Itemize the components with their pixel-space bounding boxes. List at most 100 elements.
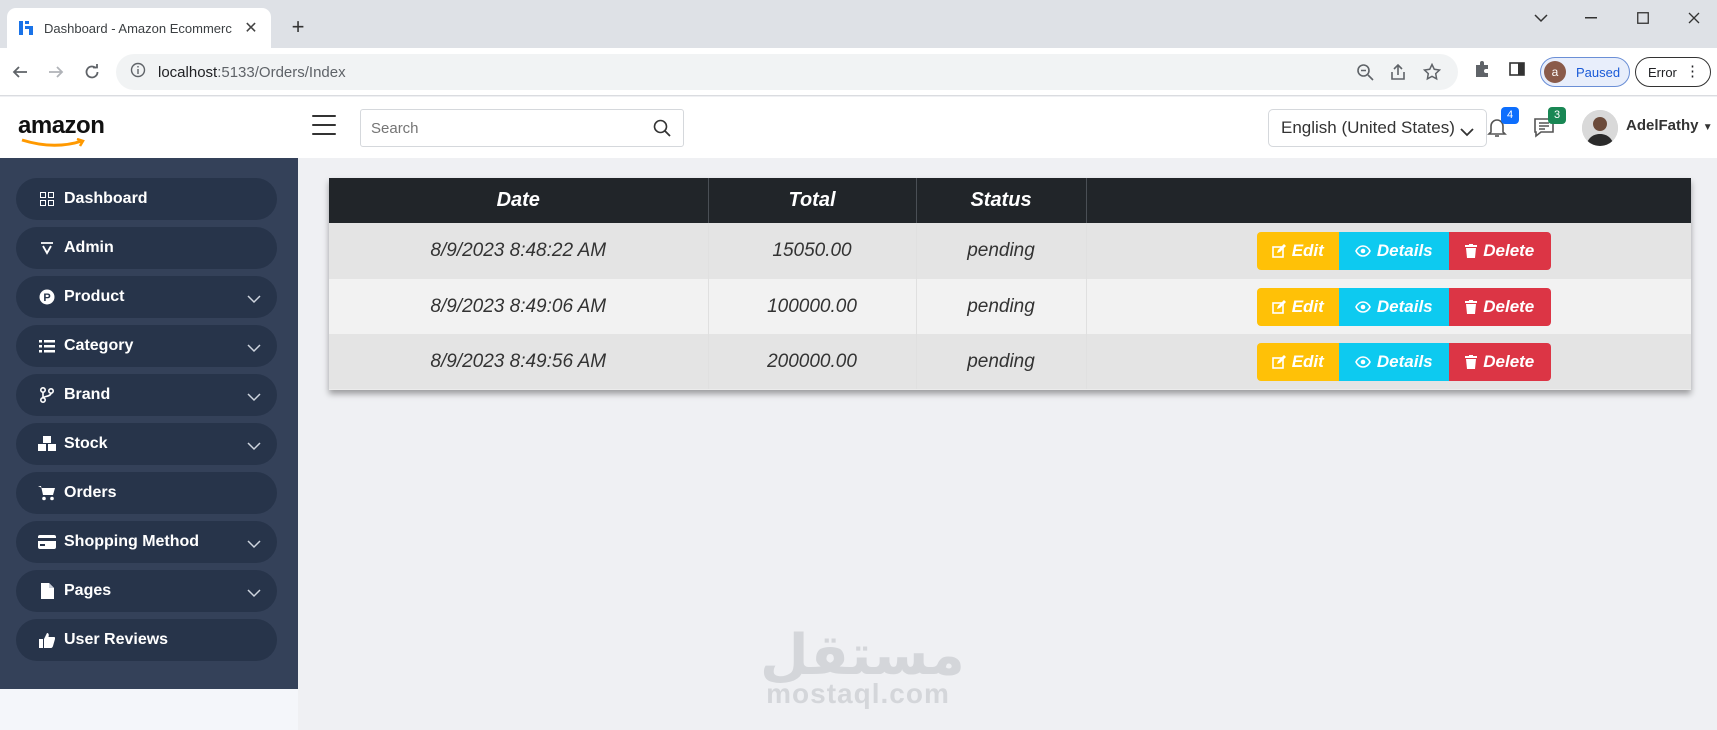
edit-icon bbox=[1271, 244, 1286, 258]
edit-button[interactable]: Edit bbox=[1256, 287, 1339, 326]
browser-tab[interactable]: Dashboard - Amazon Ecommerc ✕ bbox=[7, 8, 271, 48]
bookmark-star-icon[interactable] bbox=[1421, 62, 1443, 82]
maximize-button[interactable] bbox=[1620, 6, 1666, 30]
trash-icon bbox=[1465, 299, 1478, 314]
order-actions: Edit Details Delete bbox=[1086, 279, 1691, 334]
amazon-logo[interactable]: amazon bbox=[18, 112, 105, 147]
sidebar-item-label: Admin bbox=[64, 239, 114, 256]
browser-menu-icon[interactable]: ⋮ bbox=[1685, 63, 1700, 81]
zoom-icon[interactable] bbox=[1354, 62, 1376, 82]
details-button[interactable]: Details bbox=[1338, 287, 1449, 326]
order-actions: Edit Details Delete bbox=[1086, 334, 1691, 389]
column-header-date: Date bbox=[329, 178, 709, 223]
order-status: pending bbox=[916, 279, 1087, 334]
chevron-down-icon bbox=[247, 585, 261, 603]
details-label: Details bbox=[1376, 296, 1433, 316]
address-bar[interactable]: localhost:5133/Orders/Index bbox=[116, 54, 1458, 90]
sidebar-item-label: Stock bbox=[64, 435, 108, 452]
order-date: 8/9/2023 8:48:22 AM bbox=[329, 223, 709, 279]
order-total: 100000.00 bbox=[708, 279, 917, 334]
user-avatar[interactable] bbox=[1582, 110, 1618, 146]
side-panel-icon[interactable] bbox=[1505, 57, 1529, 81]
edit-icon bbox=[1271, 299, 1286, 314]
sidebar-item-category[interactable]: Category bbox=[16, 325, 277, 367]
sidebar-item-orders[interactable]: Orders bbox=[16, 472, 277, 514]
delete-label: Delete bbox=[1483, 241, 1535, 260]
new-tab-button[interactable]: + bbox=[284, 14, 312, 42]
edit-label: Edit bbox=[1291, 351, 1324, 371]
sidebar-item-pages[interactable]: Pages bbox=[16, 570, 277, 612]
table-row: 8/9/2023 8:49:56 AM 200000.00 pending Ed… bbox=[329, 334, 1691, 389]
chevron-down-icon bbox=[247, 291, 261, 309]
sidebar-item-brand[interactable]: Brand bbox=[16, 374, 277, 416]
edit-icon bbox=[1271, 354, 1286, 369]
column-header-status: Status bbox=[916, 178, 1087, 223]
error-button[interactable]: Error ⋮ bbox=[1635, 57, 1711, 87]
profile-avatar: a bbox=[1544, 61, 1566, 83]
messages-icon[interactable]: 3 bbox=[1532, 107, 1566, 141]
share-icon[interactable] bbox=[1387, 62, 1409, 82]
cart-icon bbox=[38, 484, 56, 502]
delete-button[interactable]: Delete bbox=[1448, 232, 1551, 270]
eye-icon bbox=[1354, 245, 1371, 257]
order-total: 200000.00 bbox=[708, 334, 917, 389]
search-icon[interactable] bbox=[653, 119, 671, 142]
edit-label: Edit bbox=[1291, 241, 1324, 260]
menu-toggle-icon[interactable] bbox=[312, 115, 336, 135]
chevron-down-icon bbox=[247, 438, 261, 456]
caret-down-icon: ▼ bbox=[1702, 122, 1713, 133]
product-icon: P bbox=[38, 288, 56, 306]
sidebar: Dashboard Admin P Product Category Brand… bbox=[0, 158, 298, 689]
tab-search-icon[interactable] bbox=[1518, 6, 1564, 30]
browser-tabstrip: Dashboard - Amazon Ecommerc ✕ + bbox=[0, 0, 1717, 48]
edit-button[interactable]: Edit bbox=[1256, 342, 1339, 381]
username-text: AdelFathy bbox=[1626, 117, 1699, 134]
order-status: pending bbox=[916, 223, 1087, 279]
user-menu[interactable]: AdelFathy ▼ bbox=[1626, 117, 1713, 134]
orders-table: Date Total Status 8/9/2023 8:48:22 AM 15… bbox=[329, 178, 1691, 389]
close-window-button[interactable] bbox=[1671, 6, 1717, 30]
profile-paused-button[interactable]: a Paused bbox=[1540, 57, 1630, 87]
edit-button[interactable]: Edit bbox=[1256, 232, 1339, 270]
minimize-button[interactable] bbox=[1568, 6, 1614, 30]
language-select[interactable]: English (United States) bbox=[1268, 109, 1487, 147]
forward-button[interactable] bbox=[40, 57, 72, 87]
back-button[interactable] bbox=[4, 57, 36, 87]
details-button[interactable]: Details bbox=[1338, 232, 1449, 270]
delete-button[interactable]: Delete bbox=[1448, 287, 1551, 326]
orders-table-card: Date Total Status 8/9/2023 8:48:22 AM 15… bbox=[329, 178, 1691, 390]
extensions-icon[interactable] bbox=[1470, 57, 1494, 81]
sidebar-item-label: User Reviews bbox=[64, 631, 169, 648]
admin-icon bbox=[38, 239, 56, 257]
order-total: 15050.00 bbox=[708, 223, 917, 279]
chevron-down-icon bbox=[247, 340, 261, 358]
reload-button[interactable] bbox=[76, 57, 108, 87]
delete-button[interactable]: Delete bbox=[1448, 342, 1551, 381]
app-header: amazon English (United States) 4 3 AdelF… bbox=[0, 97, 1717, 158]
order-status: pending bbox=[916, 334, 1087, 389]
branch-icon bbox=[38, 386, 56, 404]
sidebar-item-label: Pages bbox=[64, 582, 112, 599]
sidebar-item-shopping-method[interactable]: Shopping Method bbox=[16, 521, 277, 563]
error-label: Error bbox=[1648, 64, 1677, 80]
details-button[interactable]: Details bbox=[1338, 342, 1449, 381]
search-input[interactable] bbox=[371, 119, 641, 137]
order-date: 8/9/2023 8:49:06 AM bbox=[329, 279, 709, 334]
sidebar-item-stock[interactable]: Stock bbox=[16, 423, 277, 465]
delete-label: Delete bbox=[1483, 351, 1535, 371]
sidebar-item-user-reviews[interactable]: User Reviews bbox=[16, 619, 277, 661]
boxes-icon bbox=[38, 435, 56, 453]
tab-close-icon[interactable]: ✕ bbox=[241, 18, 261, 38]
messages-badge: 3 bbox=[1548, 107, 1566, 124]
notifications-bell-icon[interactable]: 4 bbox=[1485, 107, 1519, 141]
sidebar-item-dashboard[interactable]: Dashboard bbox=[16, 178, 277, 220]
chevron-down-icon bbox=[1460, 122, 1474, 142]
mostaql-watermark: مستقل mostaql.com bbox=[760, 628, 965, 710]
trash-icon bbox=[1465, 244, 1478, 258]
edit-label: Edit bbox=[1291, 296, 1324, 316]
file-icon bbox=[38, 582, 56, 600]
sidebar-item-product[interactable]: P Product bbox=[16, 276, 277, 318]
site-info-icon[interactable] bbox=[130, 62, 146, 83]
sidebar-item-admin[interactable]: Admin bbox=[16, 227, 277, 269]
order-actions: Edit Details Delete bbox=[1086, 223, 1691, 279]
